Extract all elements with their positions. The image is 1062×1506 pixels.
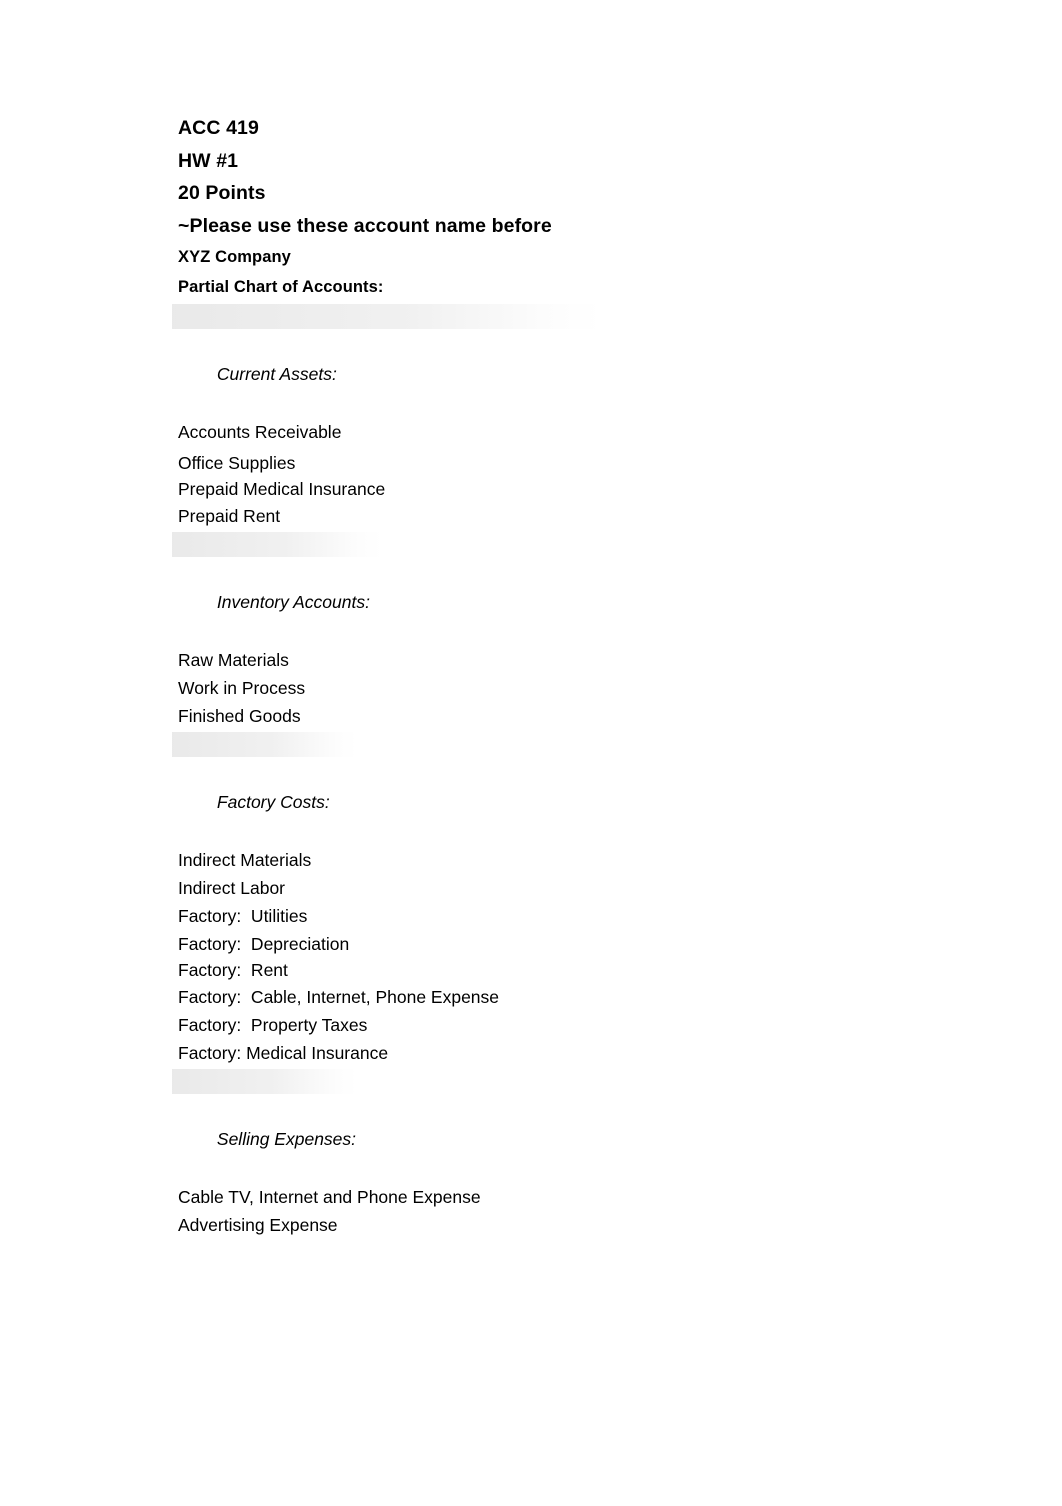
account-line: Cable TV, Internet and Phone Expense [178,1187,481,1207]
section-selling-expenses: Selling Expenses: Cable TV, Internet and… [172,1067,978,1239]
section-current-assets: Current Assets: Accounts Receivable Offi… [172,302,978,530]
account-line: Indirect Labor [178,878,286,898]
header-highlight-band [172,532,382,557]
account-line: Prepaid Rent [178,506,281,526]
header-highlight-band [172,732,357,757]
section-header-inventory-accounts: Inventory Accounts: [172,530,382,646]
assignment-heading-block: ACC 419 HW #1 20 Points ~Please use thes… [178,112,978,242]
account-line: Accounts Receivable [178,422,342,442]
section-factory-costs: Factory Costs: Indirect Materials Indire… [172,730,978,1067]
account-line: Factory: Property Taxes [178,1015,368,1035]
account-line: Factory: Utilities [178,906,308,926]
account-line: Factory: Cable, Internet, Phone Expense [178,987,500,1007]
chart-of-accounts-title: Partial Chart of Accounts: [178,278,384,296]
course-code-line: ACC 419 [178,117,259,139]
section-header-factory-costs: Factory Costs: [172,730,357,846]
section-header-current-assets: Current Assets: [172,302,602,418]
account-line: Indirect Materials [178,850,312,870]
account-line: Advertising Expense [178,1215,338,1235]
account-line: Work in Process [178,678,306,698]
instruction-line: ~Please use these account name before [178,214,552,237]
section-header-selling-expenses: Selling Expenses: [172,1067,357,1183]
account-line: Factory: Depreciation [178,934,350,954]
account-line: Raw Materials [178,650,289,670]
company-name-line: XYZ Company [178,248,291,266]
account-line: Office Supplies [178,453,296,473]
account-line: Finished Goods [178,706,301,726]
document-page: ACC 419 HW #1 20 Points ~Please use thes… [0,0,1062,1506]
section-inventory-accounts: Inventory Accounts: Raw Materials Work i… [172,530,978,730]
points-line: 20 Points [178,182,266,204]
account-line: Prepaid Medical Insurance [178,479,386,499]
company-heading-block: XYZ Company Partial Chart of Accounts: [178,242,978,302]
account-line: Factory: Rent [178,960,288,980]
header-highlight-band [172,1069,357,1094]
header-highlight-band [172,304,602,329]
assignment-number-line: HW #1 [178,149,239,172]
document-body: ACC 419 HW #1 20 Points ~Please use thes… [172,112,978,1239]
account-line: Factory: Medical Insurance [178,1043,389,1063]
